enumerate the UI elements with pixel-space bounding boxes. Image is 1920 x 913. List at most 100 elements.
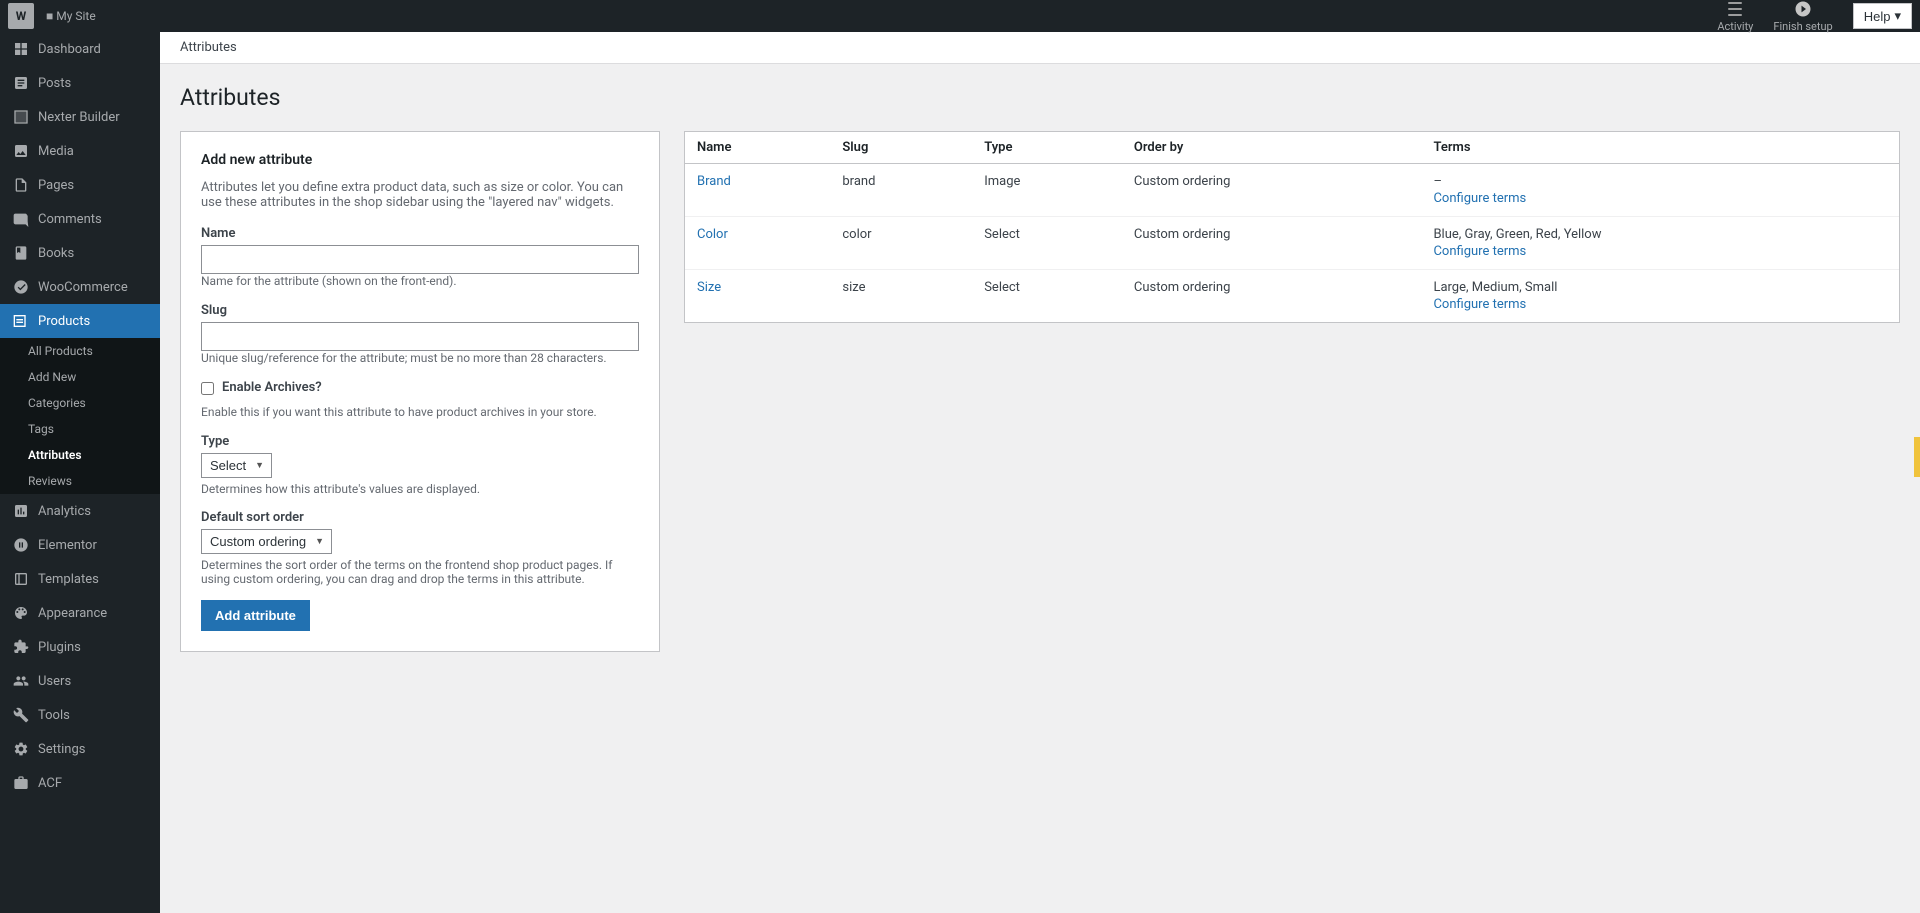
page-title: Attributes <box>180 84 1900 111</box>
configure-terms-link-1[interactable]: Configure terms <box>1433 244 1887 259</box>
form-description: Attributes let you define extra product … <box>201 180 639 210</box>
products-icon <box>12 312 30 330</box>
sidebar-sub-attributes[interactable]: Attributes <box>0 442 160 468</box>
sidebar-sub-tags[interactable]: Tags <box>0 416 160 442</box>
sidebar-item-dashboard[interactable]: Dashboard <box>0 32 160 66</box>
sort-select-wrapper: Custom ordering Name Name (numeric) Term… <box>201 529 332 554</box>
attr-name-link-0[interactable]: Brand <box>697 174 731 189</box>
sidebar-sub-add-new[interactable]: Add New <box>0 364 160 390</box>
col-order-by: Order by <box>1122 132 1422 164</box>
slug-input[interactable] <box>201 322 639 351</box>
type-group: Type Select Text Color Image Determines … <box>201 434 639 496</box>
archives-desc: Enable this if you want this attribute t… <box>201 405 597 419</box>
appearance-icon <box>12 604 30 622</box>
attr-type-2: Select <box>972 270 1122 323</box>
name-label: Name <box>201 226 639 241</box>
analytics-icon <box>12 502 30 520</box>
sidebar-item-pages[interactable]: Pages <box>0 168 160 202</box>
attr-terms-value-2: Large, Medium, Small <box>1433 280 1557 295</box>
finish-setup-button[interactable]: Finish setup <box>1773 0 1832 33</box>
attr-slug-0: brand <box>830 164 972 217</box>
sidebar-item-products[interactable]: Products <box>0 304 160 338</box>
nexter-icon <box>12 108 30 126</box>
attr-order-0: Custom ordering <box>1122 164 1422 217</box>
sidebar-item-posts[interactable]: Posts <box>0 66 160 100</box>
sidebar-item-elementor[interactable]: Elementor <box>0 528 160 562</box>
sidebar-item-media[interactable]: Media <box>0 134 160 168</box>
configure-terms-link-2[interactable]: Configure terms <box>1433 297 1887 312</box>
type-select[interactable]: Select Text Color Image <box>201 453 272 478</box>
name-desc: Name for the attribute (shown on the fro… <box>201 274 457 288</box>
admin-top-bar: W ■ My Site Activity Finish setup Help ▾ <box>0 0 1920 32</box>
type-select-wrapper: Select Text Color Image <box>201 453 272 478</box>
help-button[interactable]: Help ▾ <box>1853 3 1912 29</box>
attr-slug-1: color <box>830 217 972 270</box>
site-name[interactable]: ■ My Site <box>46 9 96 23</box>
add-attribute-button[interactable]: Add attribute <box>201 600 310 631</box>
wp-logo[interactable]: W <box>8 3 34 29</box>
sidebar-item-woocommerce[interactable]: WooCommerce <box>0 270 160 304</box>
sidebar-item-comments[interactable]: Comments <box>0 202 160 236</box>
sort-order-group: Default sort order Custom ordering Name … <box>201 510 639 586</box>
slug-label: Slug <box>201 303 639 318</box>
table-row: Size size Select Custom ordering Large, … <box>685 270 1899 323</box>
sidebar-item-tools[interactable]: Tools <box>0 698 160 732</box>
table-row: Brand brand Image Custom ordering – Conf… <box>685 164 1899 217</box>
settings-icon <box>12 740 30 758</box>
content-area: Attributes Attributes Add new attribute … <box>160 32 1920 913</box>
posts-icon <box>12 74 30 92</box>
type-desc: Determines how this attribute's values a… <box>201 482 639 496</box>
col-terms: Terms <box>1421 132 1899 164</box>
form-title: Add new attribute <box>201 152 639 168</box>
col-name: Name <box>685 132 830 164</box>
table-row: Color color Select Custom ordering Blue,… <box>685 217 1899 270</box>
sort-order-label: Default sort order <box>201 510 639 525</box>
page-content: Attributes Add new attribute Attributes … <box>160 64 1920 672</box>
sort-select[interactable]: Custom ordering Name Name (numeric) Term… <box>201 529 332 554</box>
sidebar-sub-categories[interactable]: Categories <box>0 390 160 416</box>
activity-button[interactable]: Activity <box>1717 0 1753 33</box>
add-attribute-form: Add new attribute Attributes let you def… <box>180 131 660 652</box>
books-icon <box>12 244 30 262</box>
users-icon <box>12 672 30 690</box>
sidebar-item-appearance[interactable]: Appearance <box>0 596 160 630</box>
attr-name-link-1[interactable]: Color <box>697 227 728 242</box>
sidebar-sub-reviews[interactable]: Reviews <box>0 468 160 494</box>
sidebar-item-users[interactable]: Users <box>0 664 160 698</box>
dashboard-icon <box>12 40 30 58</box>
sidebar-item-settings[interactable]: Settings <box>0 732 160 766</box>
sidebar-sub-all-products[interactable]: All Products <box>0 338 160 364</box>
enable-archives-label: Enable Archives? <box>222 380 322 395</box>
comments-icon <box>12 210 30 228</box>
attr-order-2: Custom ordering <box>1122 270 1422 323</box>
media-icon <box>12 142 30 160</box>
sidebar-item-analytics[interactable]: Analytics <box>0 494 160 528</box>
sidebar-item-acf[interactable]: ACF <box>0 766 160 800</box>
attributes-table: Name Slug Type Order by Terms Brand bra <box>685 132 1899 322</box>
configure-terms-link-0[interactable]: Configure terms <box>1433 191 1887 206</box>
acf-icon <box>12 774 30 792</box>
name-input[interactable] <box>201 245 639 274</box>
attr-order-1: Custom ordering <box>1122 217 1422 270</box>
sidebar-item-plugins[interactable]: Plugins <box>0 630 160 664</box>
sidebar-item-nexter-builder[interactable]: Nexter Builder <box>0 100 160 134</box>
slug-desc: Unique slug/reference for the attribute;… <box>201 351 607 365</box>
attr-name-link-2[interactable]: Size <box>697 280 721 295</box>
sidebar-item-templates[interactable]: Templates <box>0 562 160 596</box>
sidebar: Dashboard Posts Nexter Builder Media <box>0 32 160 913</box>
attributes-table-panel: Name Slug Type Order by Terms Brand bra <box>684 131 1900 323</box>
notification-strip <box>1914 437 1920 477</box>
sort-desc: Determines the sort order of the terms o… <box>201 558 639 586</box>
enable-archives-checkbox[interactable] <box>201 382 214 395</box>
attr-terms-value-1: Blue, Gray, Green, Red, Yellow <box>1433 227 1601 242</box>
attr-slug-2: size <box>830 270 972 323</box>
woo-icon <box>12 278 30 296</box>
pages-icon <box>12 176 30 194</box>
sidebar-item-books[interactable]: Books <box>0 236 160 270</box>
products-submenu: All Products Add New Categories Tags Att… <box>0 338 160 494</box>
col-type: Type <box>972 132 1122 164</box>
breadcrumb: Attributes <box>180 40 237 55</box>
templates-icon <box>12 570 30 588</box>
name-group: Name Name for the attribute (shown on th… <box>201 226 639 289</box>
archives-group: Enable Archives? Enable this if you want… <box>201 380 639 420</box>
